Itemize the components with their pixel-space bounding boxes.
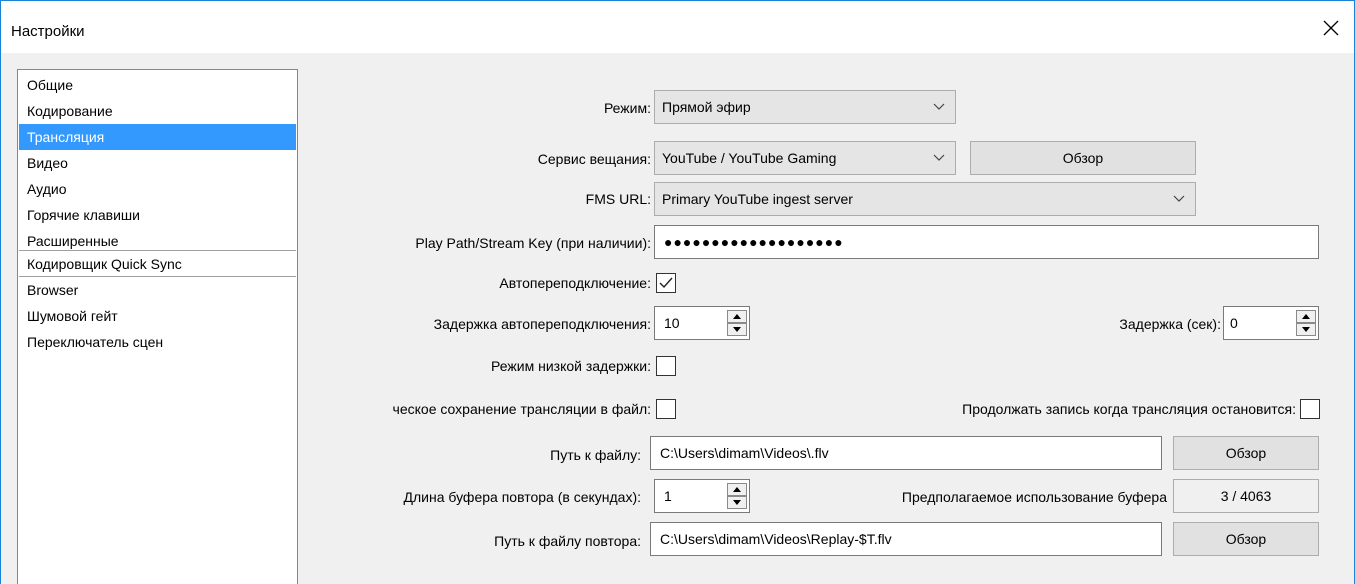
reconnect-delay-spinbox[interactable]: 10 <box>654 306 750 340</box>
spin-down-button[interactable] <box>727 496 747 509</box>
service-browse-button[interactable]: Обзор <box>970 141 1196 175</box>
sidebar-item-broadcast[interactable]: Трансляция <box>19 124 296 150</box>
delay-sec-value: 0 <box>1230 315 1238 331</box>
fms-url-label: FMS URL: <box>585 191 651 207</box>
sidebar-item-encoding[interactable]: Кодирование <box>19 98 296 124</box>
replay-path-browse-button[interactable]: Обзор <box>1173 522 1319 556</box>
close-icon <box>1323 20 1339 36</box>
sidebar-item-noise-gate[interactable]: Шумовой гейт <box>19 303 296 329</box>
delay-sec-spinbox[interactable]: 0 <box>1223 306 1319 340</box>
sidebar-item-hotkeys[interactable]: Горячие клавиши <box>19 202 296 228</box>
arrow-down-icon <box>1302 327 1310 332</box>
sidebar-item-browser[interactable]: Browser <box>19 277 296 303</box>
sidebar-item-video[interactable]: Видео <box>19 150 296 176</box>
auto-save-label: ческое сохранение трансляции в файл: <box>392 401 651 417</box>
mode-label: Режим: <box>603 100 651 116</box>
sidebar-item-audio[interactable]: Аудио <box>19 176 296 202</box>
sidebar-item-general[interactable]: Общие <box>19 72 296 98</box>
reconnect-delay-value: 10 <box>664 315 680 331</box>
spin-up-button[interactable] <box>1296 310 1316 323</box>
service-label: Сервис вещания: <box>537 151 651 167</box>
file-path-value: C:\Users\dimam\Videos\.flv <box>660 445 829 461</box>
auto-reconnect-label: Автопереподключение: <box>499 275 651 291</box>
stream-key-label: Play Path/Stream Key (при наличии): <box>415 235 651 251</box>
title-bar: Настройки <box>1 1 1354 53</box>
spin-up-button[interactable] <box>727 310 747 323</box>
checkmark-icon <box>659 277 673 289</box>
buffer-usage-label: Предполагаемое использование буфера <box>901 489 1167 505</box>
sidebar-item-scene-switcher[interactable]: Переключатель сцен <box>19 329 296 355</box>
mode-select[interactable]: Прямой эфир <box>654 90 956 124</box>
replay-buffer-label: Длина буфера повтора (в секундах): <box>403 489 642 505</box>
window-title: Настройки <box>11 23 85 40</box>
arrow-down-icon <box>733 327 741 332</box>
file-path-input[interactable]: C:\Users\dimam\Videos\.flv <box>650 436 1162 470</box>
chevron-down-icon <box>1173 183 1185 215</box>
arrow-up-icon <box>1302 314 1310 319</box>
keep-recording-checkbox[interactable] <box>1300 399 1320 419</box>
service-select[interactable]: YouTube / YouTube Gaming <box>654 141 956 175</box>
settings-window: Настройки Общие Кодирование Трансляция В… <box>0 0 1355 584</box>
auto-reconnect-checkbox[interactable] <box>656 273 676 293</box>
chevron-down-icon <box>933 91 945 123</box>
spin-up-button[interactable] <box>727 483 747 496</box>
auto-save-checkbox[interactable] <box>656 399 676 419</box>
file-path-browse-button[interactable]: Обзор <box>1173 436 1319 470</box>
file-path-label: Путь к файлу: <box>550 447 641 463</box>
arrow-up-icon <box>733 314 741 319</box>
stream-key-input[interactable]: ●●●●●●●●●●●●●●●●●●● <box>654 225 1319 259</box>
spin-down-button[interactable] <box>1296 323 1316 336</box>
sidebar-item-quicksync[interactable]: Кодировщик Quick Sync <box>19 251 296 277</box>
fms-url-select[interactable]: Primary YouTube ingest server <box>654 182 1196 216</box>
replay-buffer-spinbox[interactable]: 1 <box>654 479 750 513</box>
keep-recording-label: Продолжать запись когда трансляция остан… <box>962 401 1296 417</box>
low-latency-label: Режим низкой задержки: <box>491 358 651 374</box>
service-select-value: YouTube / YouTube Gaming <box>662 150 837 166</box>
replay-path-label: Путь к файлу повтора: <box>494 533 641 549</box>
fms-url-select-value: Primary YouTube ingest server <box>662 191 853 207</box>
settings-category-list[interactable]: Общие Кодирование Трансляция Видео Аудио… <box>17 69 298 584</box>
stream-key-masked-value: ●●●●●●●●●●●●●●●●●●● <box>664 234 844 250</box>
low-latency-checkbox[interactable] <box>656 356 676 376</box>
reconnect-delay-label: Задержка автопереподключения: <box>433 316 651 332</box>
close-button[interactable] <box>1314 13 1348 43</box>
arrow-down-icon <box>733 500 741 505</box>
mode-select-value: Прямой эфир <box>662 99 751 115</box>
buffer-usage-value: 3 / 4063 <box>1173 479 1319 513</box>
arrow-up-icon <box>733 487 741 492</box>
replay-buffer-value: 1 <box>664 488 672 504</box>
replay-path-value: C:\Users\dimam\Videos\Replay-$T.flv <box>660 531 892 547</box>
delay-sec-label: Задержка (сек): <box>1119 316 1221 332</box>
chevron-down-icon <box>933 142 945 174</box>
replay-path-input[interactable]: C:\Users\dimam\Videos\Replay-$T.flv <box>650 522 1162 556</box>
spin-down-button[interactable] <box>727 323 747 336</box>
